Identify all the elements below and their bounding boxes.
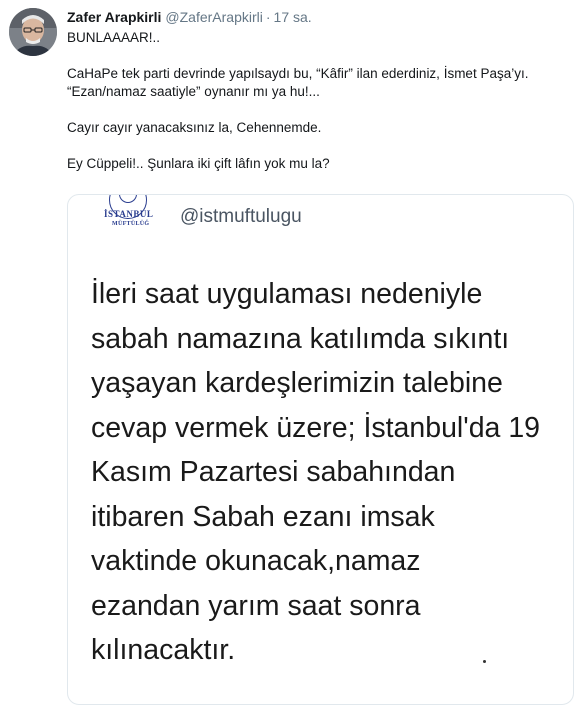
embedded-image-card[interactable]: İSTANBUL MÜFTÜLÜĞ @istmuftulugu İleri sa…	[67, 194, 574, 705]
tweet-line: “Ezan/namaz saatiyle” oynanır mı ya hu!.…	[67, 84, 320, 99]
tweet-text: BUNLAAAAR!.. CaHaPe tek parti devrinde y…	[67, 29, 567, 191]
tweet-header: Zafer Arapkirli @ZaferArapkirli · 17 sa.	[67, 9, 312, 26]
tweet-line: Ey Cüppeli!.. Şunlara iki çift lâfın yok…	[67, 156, 330, 171]
separator: ·	[265, 9, 271, 25]
logo-subtext: MÜFTÜLÜĞ	[112, 221, 150, 227]
dot-mark	[483, 660, 486, 663]
istanbul-muftulugu-logo: İSTANBUL MÜFTÜLÜĞ	[92, 195, 162, 243]
tweet-line: Cayır cayır yanacaksınız la, Cehennemde.	[67, 120, 322, 135]
tweet-line: BUNLAAAAR!..	[67, 30, 161, 45]
tweet: Zafer Arapkirli @ZaferArapkirli · 17 sa. BU…	[0, 0, 581, 713]
author-name[interactable]: Zafer Arapkirli	[67, 9, 161, 25]
timestamp[interactable]: 17 sa.	[274, 9, 312, 25]
avatar[interactable]	[9, 8, 57, 56]
avatar-photo-icon	[9, 8, 57, 56]
author-handle[interactable]: @ZaferArapkirli	[165, 9, 262, 25]
logo-text: İSTANBUL	[104, 209, 154, 219]
embedded-handle: @istmuftulugu	[180, 206, 302, 227]
tweet-line: CaHaPe tek parti devrinde yapılsaydı bu,…	[67, 66, 529, 81]
embedded-announcement-text: İleri saat uygulaması nedeniyle sabah na…	[91, 278, 541, 666]
